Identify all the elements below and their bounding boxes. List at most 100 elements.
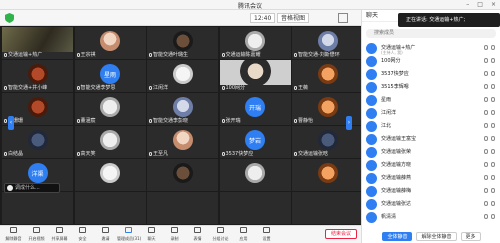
mic-icon[interactable] bbox=[484, 97, 488, 102]
toolbar-item-camera[interactable]: 开启视频 bbox=[25, 225, 48, 243]
camera-icon[interactable] bbox=[491, 136, 495, 141]
member-search-input[interactable] bbox=[366, 29, 496, 38]
mic-icon[interactable] bbox=[484, 110, 488, 115]
camera-icon[interactable] bbox=[491, 201, 495, 206]
participant-tile[interactable]: 王宗祺 bbox=[74, 27, 146, 59]
fullscreen-icon[interactable] bbox=[338, 13, 348, 23]
mic-icon[interactable] bbox=[484, 58, 488, 63]
camera-icon[interactable] bbox=[491, 45, 495, 50]
mic-icon[interactable] bbox=[484, 214, 488, 219]
mute-all-button[interactable]: 全体静音 bbox=[382, 231, 413, 241]
participant-tile[interactable]: 智能交通李彭晓 bbox=[147, 93, 218, 125]
more-button[interactable]: 更多 bbox=[460, 231, 481, 241]
participant-tile[interactable] bbox=[74, 192, 146, 224]
participant-label: 交通运输+热广 bbox=[4, 51, 42, 58]
participant-tile[interactable]: 智能交通+井小峰 bbox=[2, 60, 73, 92]
camera-icon[interactable] bbox=[491, 58, 495, 63]
toolbar-item-chat[interactable]: 聊天 bbox=[140, 225, 163, 243]
mic-icon[interactable] bbox=[484, 188, 488, 193]
toolbar-item-settings[interactable]: 设置 bbox=[255, 225, 278, 243]
participant-tile[interactable]: 100网分 bbox=[219, 60, 291, 92]
camera-icon[interactable] bbox=[491, 149, 495, 154]
participant-tile[interactable] bbox=[147, 159, 218, 191]
participant-tile[interactable] bbox=[292, 192, 363, 224]
participant-tile[interactable]: 智能交通叶璐生 bbox=[147, 27, 218, 59]
toolbar-item-invite[interactable]: 邀请 bbox=[94, 225, 117, 243]
participant-tile[interactable]: 星雨 智能交通李梦思 bbox=[74, 60, 146, 92]
member-item[interactable]: 100网分 bbox=[362, 55, 500, 68]
camera-icon[interactable] bbox=[491, 123, 495, 128]
participant-tile[interactable]: 江闲洋 bbox=[147, 60, 218, 92]
toolbar-item-record[interactable]: 录制 bbox=[163, 225, 186, 243]
member-item[interactable]: 交通运输+热广 (主持人, 我) bbox=[362, 42, 500, 55]
participant-tile[interactable]: 交通运输陈嘉耀 bbox=[219, 27, 291, 59]
member-item[interactable]: 帆清清 bbox=[362, 211, 500, 224]
mic-icon[interactable] bbox=[484, 123, 488, 128]
member-item[interactable]: 星雨 bbox=[362, 94, 500, 107]
participant-tile[interactable]: 曹静怡 bbox=[292, 93, 363, 125]
mic-icon[interactable] bbox=[484, 175, 488, 180]
participant-tile[interactable]: 智能交通-刘斯懋环 bbox=[292, 27, 363, 59]
member-item[interactable]: 江闲洋 bbox=[362, 107, 500, 120]
minimize-icon[interactable]: – bbox=[466, 1, 469, 8]
end-meeting-button[interactable]: 结束会议 bbox=[325, 229, 357, 239]
mic-icon[interactable] bbox=[484, 71, 488, 76]
participant-tile[interactable]: 白结晶 bbox=[2, 126, 73, 158]
camera-icon[interactable] bbox=[491, 175, 495, 180]
participant-tile[interactable]: 交通运输+热广 bbox=[2, 27, 73, 59]
member-item[interactable]: 交通运输薛梅 bbox=[362, 185, 500, 198]
toolbar-item-members[interactable]: 管理成员(31) bbox=[117, 225, 141, 243]
camera-icon[interactable] bbox=[491, 162, 495, 167]
member-item[interactable]: 江北 bbox=[362, 120, 500, 133]
participant-label: 交通运输陈嘉耀 bbox=[221, 51, 261, 58]
mic-icon[interactable] bbox=[484, 84, 488, 89]
avatar bbox=[172, 163, 193, 183]
camera-icon[interactable] bbox=[491, 84, 495, 89]
participant-tile[interactable] bbox=[219, 192, 291, 224]
member-item[interactable]: 3537快梦应 bbox=[362, 68, 500, 81]
mic-icon[interactable] bbox=[484, 162, 488, 167]
participant-tile[interactable]: 开瑞 张开瑞 bbox=[219, 93, 291, 125]
next-page-icon[interactable]: › bbox=[346, 116, 352, 130]
maximize-icon[interactable]: □ bbox=[477, 1, 483, 8]
prev-page-icon[interactable]: ‹ bbox=[8, 116, 14, 130]
toolbar-item-breakout[interactable]: 分组讨论 bbox=[209, 225, 232, 243]
member-item[interactable]: 交通运输方晓 bbox=[362, 159, 500, 172]
participant-tile[interactable]: 王至凡 bbox=[147, 126, 218, 158]
camera-icon[interactable] bbox=[491, 188, 495, 193]
camera-icon[interactable] bbox=[491, 97, 495, 102]
member-item[interactable]: 交通运输张荣 bbox=[362, 146, 500, 159]
view-mode-button[interactable]: 音格视图 bbox=[277, 13, 310, 23]
toolbar-item-emoji[interactable]: 表情 bbox=[186, 225, 209, 243]
mic-icon[interactable] bbox=[484, 45, 488, 50]
member-item[interactable]: 交通运输薛燕 bbox=[362, 172, 500, 185]
participant-tile[interactable] bbox=[147, 192, 218, 224]
participant-tile[interactable]: 王薇 bbox=[292, 60, 363, 92]
participant-tile[interactable]: 梦岩 3537快梦应 bbox=[219, 126, 291, 158]
member-item[interactable]: 交通运输张达 bbox=[362, 198, 500, 211]
toolbar-item-apps[interactable]: 应用 bbox=[232, 225, 255, 243]
participant-tile[interactable]: 董涵宸 bbox=[74, 93, 146, 125]
mic-icon[interactable] bbox=[484, 149, 488, 154]
close-icon[interactable]: × bbox=[491, 1, 496, 8]
camera-icon[interactable] bbox=[491, 110, 495, 115]
mic-icon[interactable] bbox=[484, 201, 488, 206]
participant-tile[interactable] bbox=[292, 159, 363, 191]
member-item[interactable]: 交通运输王富宝 bbox=[362, 133, 500, 146]
participant-tile[interactable] bbox=[219, 159, 291, 191]
unmute-all-button[interactable]: 解除全体静音 bbox=[416, 231, 457, 241]
member-item[interactable]: 3515李辉嗯 bbox=[362, 81, 500, 94]
participant-tile[interactable] bbox=[74, 159, 146, 191]
camera-icon[interactable] bbox=[491, 71, 495, 76]
toolbar-item-share-screen[interactable]: 共享屏幕 bbox=[48, 225, 71, 243]
mic-icon bbox=[221, 52, 225, 57]
toolbar-item-shield[interactable]: 安全 bbox=[71, 225, 94, 243]
participant-tile[interactable]: 高天笑 bbox=[74, 126, 146, 158]
mic-icon[interactable] bbox=[484, 136, 488, 141]
camera-icon[interactable] bbox=[491, 214, 495, 219]
participant-tile[interactable] bbox=[2, 192, 73, 224]
participant-tile[interactable]: 交通运输张晗 bbox=[292, 126, 363, 158]
shield-icon[interactable] bbox=[5, 13, 14, 23]
reaction-popup[interactable]: 调成什么... bbox=[4, 183, 60, 193]
toolbar-item-mic[interactable]: 解除静音 bbox=[2, 225, 25, 243]
